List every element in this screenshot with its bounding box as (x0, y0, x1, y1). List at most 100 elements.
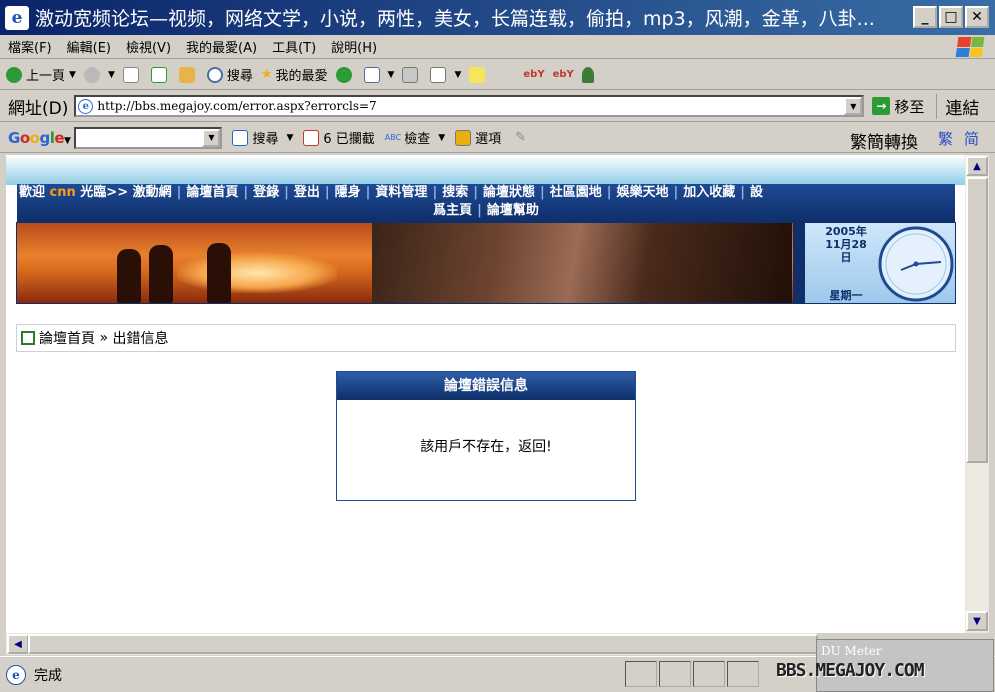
traditional-button[interactable]: 繁 (938, 128, 953, 149)
forward-button[interactable]: ▼ (83, 66, 115, 83)
home-button[interactable] (178, 66, 199, 83)
google-search-dropdown-icon[interactable]: ▼ (286, 133, 293, 143)
menu-edit[interactable]: 編輯(E) (59, 37, 118, 56)
menu-view[interactable]: 檢視(V) (118, 37, 178, 56)
nav-search[interactable]: 搜索 (442, 184, 468, 202)
minimize-button[interactable]: _ (913, 6, 937, 28)
page-status-icon: e (6, 664, 26, 685)
date-text: 2005年 11月28 日 (819, 225, 873, 264)
google-search-dropdown-icon[interactable]: ▼ (202, 128, 221, 147)
spellcheck-dropdown-icon[interactable]: ▼ (438, 133, 445, 143)
menu-file[interactable]: 檔案(F) (0, 37, 59, 56)
edit-button[interactable]: ▼ (430, 66, 461, 83)
home-icon (21, 331, 35, 345)
mail-dropdown-icon[interactable]: ▼ (388, 70, 395, 80)
maximize-button[interactable]: □ (939, 6, 963, 28)
window-controls: _ □ ✕ (913, 6, 989, 28)
address-url: http://bbs.megajoy.com/error.aspx?errorc… (97, 99, 377, 113)
favorites-button[interactable]: ★ 我的最愛 (261, 65, 328, 84)
nav-login[interactable]: 登錄 (253, 184, 279, 202)
popup-blocker-button[interactable]: 6 已攔截 (303, 128, 375, 147)
print-icon (402, 66, 419, 83)
nav-entertainment[interactable]: 娛樂天地 (616, 184, 668, 202)
ebay-icon: ebY (552, 69, 574, 80)
status-panels (625, 661, 759, 687)
links-button[interactable]: 連結 (936, 93, 979, 119)
ebay-button-2[interactable]: ebY (553, 69, 574, 80)
ie-icon: e (5, 5, 29, 30)
simplified-button[interactable]: 简 (964, 128, 979, 149)
sunset-glow (177, 253, 337, 293)
history-button[interactable] (335, 66, 356, 83)
address-input[interactable]: e http://bbs.megajoy.com/error.aspx?erro… (74, 95, 865, 117)
spellcheck-button[interactable]: ABC 檢查 ▼ (385, 128, 445, 147)
search-button[interactable]: 搜尋 (206, 65, 253, 84)
nav-set-homepage[interactable]: 爲主頁 (433, 202, 472, 220)
breadcrumb-home[interactable]: 論壇首頁 (39, 328, 95, 348)
go-button[interactable]: → 移至 (872, 96, 924, 117)
convert-button[interactable]: 繁簡轉換 (850, 128, 918, 153)
error-box: 論壇錯誤信息 該用戶不存在，返回! (336, 371, 636, 501)
google-search-button[interactable]: 搜尋 ▼ (232, 128, 293, 147)
menu-tools[interactable]: 工具(T) (264, 37, 323, 56)
scroll-up-icon[interactable]: ▲ (966, 156, 988, 176)
search-icon (206, 66, 223, 83)
nav-add-favorite[interactable]: 加入收藏 (683, 184, 735, 202)
edit-dropdown-icon[interactable]: ▼ (454, 70, 461, 80)
scroll-left-icon[interactable]: ◀ (7, 634, 29, 654)
menu-favorites[interactable]: 我的最愛(A) (178, 37, 264, 56)
google-logo[interactable]: Google▼ (8, 129, 71, 147)
windows-logo-icon (955, 37, 985, 57)
nav-forum-status[interactable]: 論壇狀態 (483, 184, 535, 202)
nav-set-homepage-start[interactable]: 設 (750, 184, 763, 202)
du-meter-title: DU Meter (821, 644, 882, 658)
error-message[interactable]: 該用戶不存在，返回! (337, 436, 635, 456)
go-arrow-icon: → (872, 97, 891, 115)
weekday: 星期一 (829, 289, 863, 302)
nav-invisible[interactable]: 隱身 (335, 184, 361, 202)
forward-dropdown-icon[interactable]: ▼ (108, 70, 115, 80)
scroll-down-icon[interactable]: ▼ (966, 611, 988, 631)
back-dropdown-icon[interactable]: ▼ (69, 70, 76, 80)
close-button[interactable]: ✕ (965, 6, 989, 28)
nav-profile[interactable]: 資料管理 (375, 184, 427, 202)
note-button[interactable] (469, 66, 489, 83)
nav-forum-home[interactable]: 論壇首頁 (186, 184, 238, 202)
date-strip (793, 223, 805, 303)
mail-icon (363, 66, 380, 83)
rider-silhouette (149, 245, 173, 303)
star-icon: ★ (260, 67, 273, 82)
mail-button[interactable]: ▼ (363, 66, 395, 83)
scroll-thumb[interactable] (966, 177, 988, 463)
search-label: 搜尋 (226, 69, 253, 84)
nav-row-1: 歡迎 cnn 光臨>> 激動網 | 論壇首頁 | 登錄 | 登出 | 隱身 | 資料管理 … (19, 184, 764, 202)
welcome-suffix: 光臨>> 激動網 (80, 185, 172, 200)
messenger-button[interactable] (581, 66, 598, 83)
options-button[interactable]: 選項 (455, 128, 501, 147)
horizontal-scrollbar[interactable]: ◀ (6, 633, 818, 655)
google-g-icon (232, 129, 249, 146)
nav-community[interactable]: 社區園地 (550, 184, 602, 202)
home-icon (178, 66, 195, 83)
nav-help[interactable]: 論壇幫助 (487, 202, 539, 220)
stop-button[interactable] (122, 66, 143, 83)
status-text: 完成 (34, 667, 62, 684)
ebay-button-1[interactable]: ebY (523, 69, 544, 80)
forum-banner: 2005年 11月28 日 星期一 (16, 222, 956, 304)
back-button[interactable]: 上一頁 ▼ (6, 65, 76, 84)
vertical-scrollbar[interactable]: ▲ ▼ (965, 155, 989, 633)
page-icon: e (78, 98, 94, 114)
error-title: 論壇錯誤信息 (337, 372, 635, 400)
nav-logout[interactable]: 登出 (294, 184, 320, 202)
highlighter-button[interactable]: ✎ (515, 130, 526, 145)
print-button[interactable] (402, 66, 422, 83)
username[interactable]: cnn (50, 184, 76, 202)
horizontal-scroll-thumb[interactable] (28, 634, 818, 654)
refresh-button[interactable] (150, 66, 171, 83)
breadcrumb-current: 出錯信息 (112, 331, 169, 347)
google-search-input[interactable]: ▼ (74, 126, 223, 149)
menu-help[interactable]: 說明(H) (323, 37, 384, 56)
address-dropdown-icon[interactable]: ▼ (844, 97, 863, 115)
watermark: BBS.MEGAJOY.COM (776, 660, 925, 681)
window-title: 激动宽频论坛—视频，网络文学，小说，两性，美女，长篇连载，偷拍，mp3，风潮，金… (35, 8, 875, 30)
